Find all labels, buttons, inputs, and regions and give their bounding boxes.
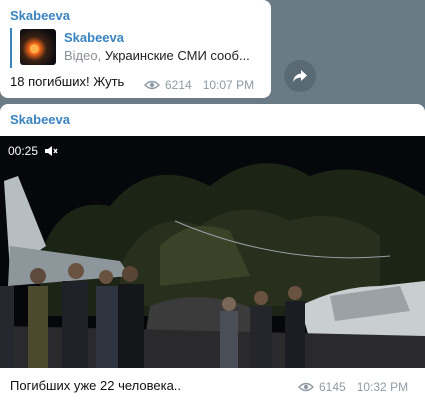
- view-count: 6145: [319, 380, 346, 394]
- message-time: 10:07 PM: [202, 78, 255, 92]
- message-time: 10:32 PM: [356, 380, 409, 394]
- video-frame: [0, 136, 425, 368]
- reply-text: Украинские СМИ сооб...: [101, 48, 250, 63]
- sender-name[interactable]: Skabeeva: [10, 8, 70, 23]
- share-button[interactable]: [284, 60, 316, 92]
- video-duration-badge: 00:25: [8, 144, 58, 158]
- view-count: 6214: [165, 78, 192, 92]
- reply-preview[interactable]: Skabeeva Відео, Украинские СМИ сооб...: [10, 28, 260, 68]
- video-player[interactable]: 00:25: [0, 136, 425, 368]
- message-bubble-1[interactable]: Skabeeva Skabeeva Відео, Украинские СМИ …: [0, 0, 271, 98]
- reply-thumbnail: [20, 29, 56, 65]
- reply-author: Skabeeva: [64, 30, 124, 45]
- video-duration: 00:25: [8, 144, 39, 158]
- reply-source-label: Відео,: [64, 48, 102, 63]
- muted-speaker-icon[interactable]: [44, 145, 58, 157]
- reply-snippet: Відео, Украинские СМИ сооб...: [64, 48, 250, 63]
- message-text: Погибших уже 22 человека..: [10, 378, 182, 393]
- share-arrow-icon: [293, 70, 307, 82]
- sender-name[interactable]: Skabeeva: [10, 112, 70, 127]
- eye-icon: [144, 80, 160, 90]
- message-text: 18 погибших! Жуть: [10, 74, 125, 89]
- eye-icon: [298, 382, 314, 392]
- message-meta: 6145 10:32 PM: [298, 380, 408, 394]
- message-meta: 6214 10:07 PM: [144, 78, 254, 92]
